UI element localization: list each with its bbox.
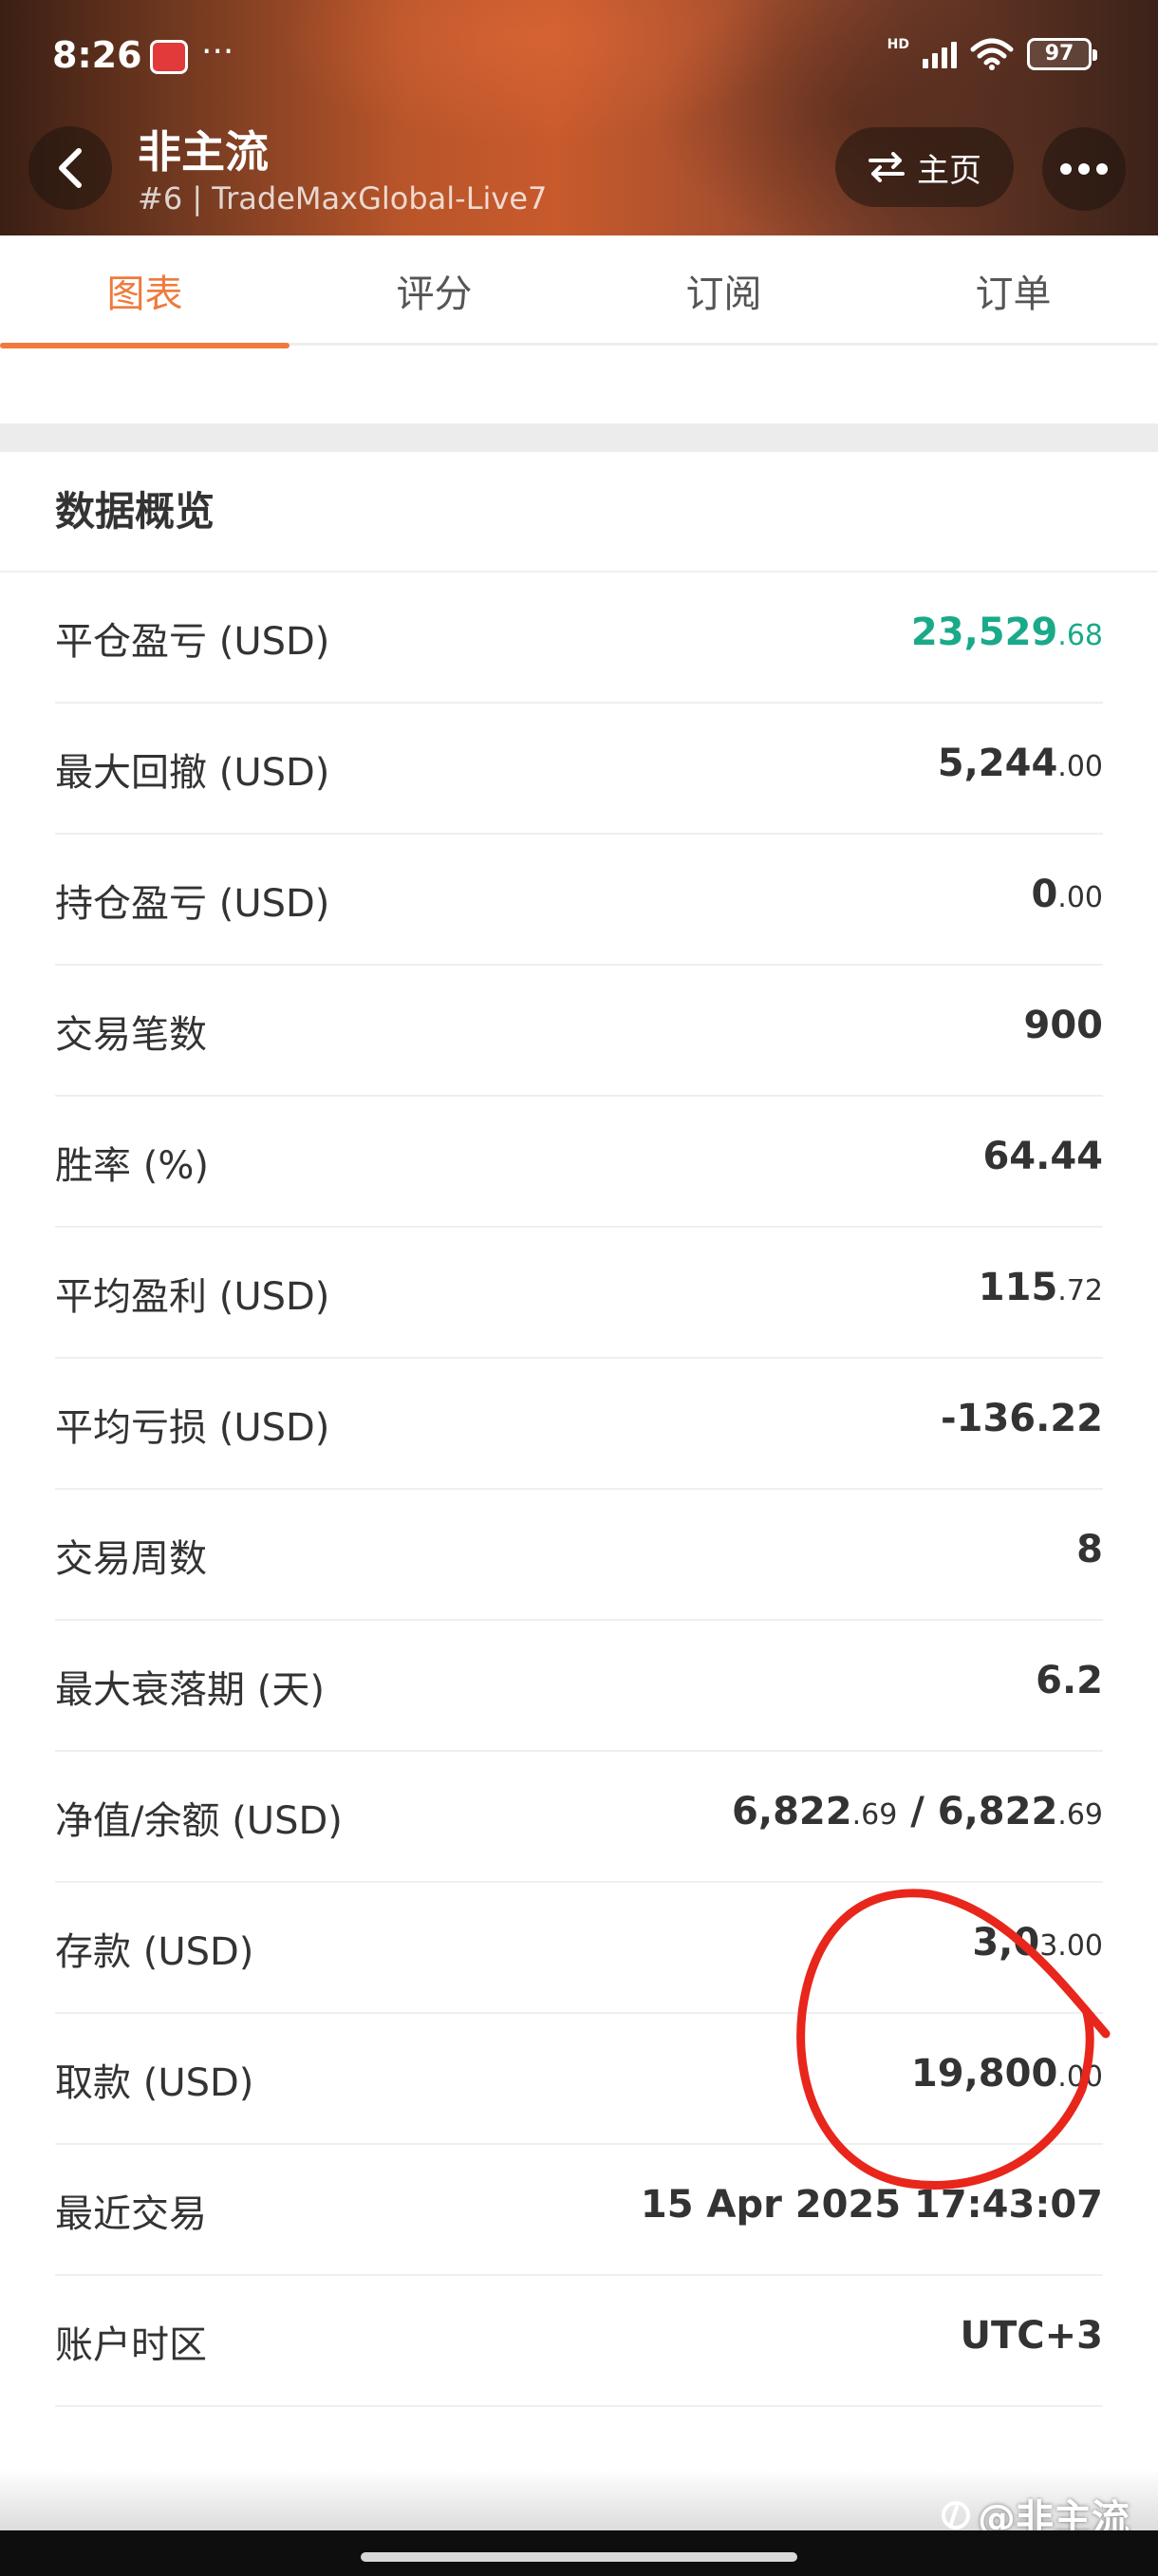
row-label: 平均盈利 (USD) <box>55 1275 330 1319</box>
back-button[interactable] <box>28 126 112 210</box>
row-value: 6,822.69 / 6,822.69 <box>732 1790 1103 1833</box>
row-value: 5,244.00 <box>937 742 1103 785</box>
row-last-trade: 最近交易 15 Apr 2025 17:43:07 <box>0 2145 1158 2276</box>
row-avg-profit: 平均盈利 (USD) 115.72 <box>0 1228 1158 1359</box>
row-value: 3,03.00 <box>972 1921 1103 1965</box>
home-indicator[interactable] <box>361 2552 797 2562</box>
row-label: 平仓盈亏 (USD) <box>55 620 330 664</box>
wifi-icon <box>970 38 1014 70</box>
nav-row: 非主流 #6 | TradeMaxGlobal-Live7 主页 <box>0 114 1158 218</box>
row-max-drawdown: 最大回撤 (USD) 5,244.00 <box>0 704 1158 835</box>
row-label: 交易周数 <box>55 1537 207 1581</box>
row-trade-count: 交易笔数 900 <box>0 966 1158 1097</box>
status-indicators: HD 97 <box>887 37 1097 70</box>
row-account-timezone: 账户时区 UTC+3 <box>0 2276 1158 2407</box>
row-value: 6.2 <box>1036 1659 1103 1702</box>
row-avg-loss: 平均亏损 (USD) -136.22 <box>0 1359 1158 1490</box>
section-title: 数据概览 <box>55 488 215 535</box>
row-value: 64.44 <box>982 1135 1103 1178</box>
row-open-pnl: 持仓盈亏 (USD) 0.00 <box>0 835 1158 966</box>
row-label: 最近交易 <box>55 2192 207 2236</box>
row-label: 最大衰落期 (天) <box>55 1668 325 1712</box>
row-value: 19,800.00 <box>910 2052 1103 2096</box>
home-button-label: 主页 <box>917 151 981 190</box>
app-notification-icon <box>150 40 188 74</box>
tab-chart[interactable]: 图表 <box>0 235 290 348</box>
more-options-button[interactable] <box>1042 127 1126 211</box>
swap-icon <box>868 152 905 182</box>
signal-icon <box>923 40 957 68</box>
status-time: 8:26 <box>52 34 142 76</box>
row-label: 持仓盈亏 (USD) <box>55 882 330 926</box>
row-value: 23,529.68 <box>910 611 1103 654</box>
row-label: 净值/余额 (USD) <box>55 1799 343 1843</box>
tab-bar: 图表 评分 订阅 订单 <box>0 235 1158 348</box>
page-subtitle: #6 | TradeMaxGlobal-Live7 <box>138 180 548 216</box>
row-label: 存款 (USD) <box>55 1930 254 1974</box>
row-label: 胜率 (%) <box>55 1144 209 1188</box>
row-value: UTC+3 <box>960 2314 1103 2358</box>
page-title: 非主流 <box>138 126 269 178</box>
tab-rating[interactable]: 评分 <box>290 235 579 346</box>
row-value: 900 <box>1023 1004 1104 1047</box>
row-closed-pnl: 平仓盈亏 (USD) 23,529.68 <box>0 573 1158 704</box>
tab-subscribe[interactable]: 订阅 <box>579 235 868 346</box>
battery-icon: 97 <box>1027 38 1097 70</box>
hd-label: HD <box>887 37 909 52</box>
header: 8:26 ··· HD 97 非主流 #6 | TradeMaxGlobal-L… <box>0 0 1158 235</box>
more-dots-icon <box>1060 163 1072 175</box>
row-trading-weeks: 交易周数 8 <box>0 1490 1158 1621</box>
row-withdrawals: 取款 (USD) 19,800.00 <box>0 2014 1158 2145</box>
home-button[interactable]: 主页 <box>835 127 1014 207</box>
tab-orders[interactable]: 订单 <box>868 235 1158 346</box>
platform-logo-icon <box>942 2501 970 2529</box>
row-win-rate: 胜率 (%) 64.44 <box>0 1097 1158 1228</box>
row-label: 交易笔数 <box>55 1013 207 1057</box>
chevron-left-icon <box>59 148 82 188</box>
row-label: 账户时区 <box>55 2323 207 2367</box>
row-label: 平均亏损 (USD) <box>55 1406 330 1450</box>
row-value: 115.72 <box>978 1266 1103 1309</box>
section-gap <box>0 423 1158 452</box>
overview-list: 平仓盈亏 (USD) 23,529.68 最大回撤 (USD) 5,244.00… <box>0 573 1158 2407</box>
row-equity-balance: 净值/余额 (USD) 6,822.69 / 6,822.69 <box>0 1752 1158 1883</box>
row-label: 取款 (USD) <box>55 2061 254 2105</box>
row-deposits: 存款 (USD) 3,03.00 <box>0 1883 1158 2014</box>
more-notifications-icon: ··· <box>201 32 234 71</box>
row-value: 8 <box>1076 1528 1103 1571</box>
row-value: 15 Apr 2025 17:43:07 <box>640 2183 1103 2227</box>
row-value: 0.00 <box>1031 873 1103 916</box>
status-bar: 8:26 ··· HD 97 <box>0 28 1158 85</box>
row-value: -136.22 <box>941 1397 1103 1440</box>
row-max-decline-period: 最大衰落期 (天) 6.2 <box>0 1621 1158 1752</box>
row-label: 最大回撤 (USD) <box>55 751 330 795</box>
